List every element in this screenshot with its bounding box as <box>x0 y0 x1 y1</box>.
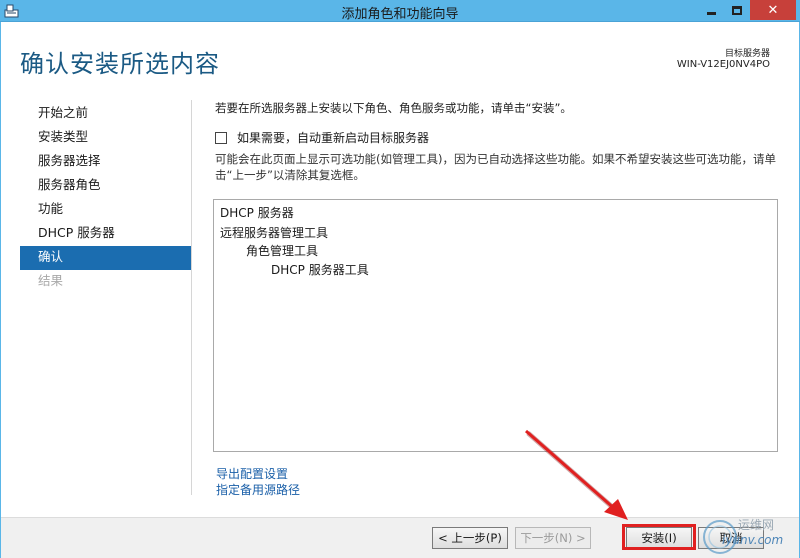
selection-list[interactable]: DHCP 服务器 远程服务器管理工具 角色管理工具 DHCP 服务器工具 <box>213 199 778 452</box>
target-server-name: WIN-V12EJ0NV4PO <box>676 59 770 70</box>
window-title: 添加角色和功能向导 <box>341 7 459 22</box>
target-server-label: 目标服务器 <box>724 49 770 59</box>
minimize-icon <box>706 11 716 15</box>
watermark-text: 运维网 <box>738 518 775 532</box>
nav-item-server-selection[interactable]: 服务器选择 <box>20 150 191 174</box>
list-item: 远程服务器管理工具 <box>220 226 329 240</box>
restart-checkbox[interactable] <box>215 131 227 144</box>
intro-text: 若要在所选服务器上安装以下角色、角色服务或功能，请单击“安装”。 <box>215 101 572 115</box>
nav-item-confirmation[interactable]: 确认 <box>20 246 191 270</box>
nav-divider <box>191 100 192 495</box>
minimize-button[interactable] <box>698 0 724 20</box>
watermark-url: iyunv.com <box>722 533 784 547</box>
list-item: DHCP 服务器 <box>220 206 294 220</box>
page-title: 确认安装所选内容 <box>20 50 220 78</box>
nav-item-dhcp-server[interactable]: DHCP 服务器 <box>20 222 191 246</box>
maximize-button[interactable] <box>724 0 750 20</box>
optional-features-note: 可能会在此页面上显示可选功能(如管理工具)，因为已自动选择这些功能。如果不希望安… <box>215 152 776 182</box>
restart-option[interactable]: 如果需要，自动重新启动目标服务器 <box>215 129 429 146</box>
maximize-icon <box>732 5 742 15</box>
nav-item-before-you-begin[interactable]: 开始之前 <box>20 102 191 126</box>
close-icon: ✕ <box>767 2 779 18</box>
nav-item-features[interactable]: 功能 <box>20 198 191 222</box>
previous-button[interactable]: < 上一步(P) <box>432 527 508 549</box>
next-button: 下一步(N) > <box>515 527 591 549</box>
title-bar: 添加角色和功能向导 <box>0 0 800 22</box>
wizard-steps-nav: 开始之前 安装类型 服务器选择 服务器角色 功能 DHCP 服务器 确认 结果 <box>20 102 191 294</box>
nav-item-results: 结果 <box>38 273 64 288</box>
alternate-source-link[interactable]: 指定备用源路径 <box>216 481 300 498</box>
window-border-left <box>0 22 1 558</box>
list-item: 角色管理工具 <box>246 244 319 258</box>
nav-item-installation-type[interactable]: 安装类型 <box>20 126 191 150</box>
install-highlight-box <box>622 524 696 550</box>
list-item: DHCP 服务器工具 <box>271 263 369 277</box>
export-config-link[interactable]: 导出配置设置 <box>216 465 288 482</box>
close-button[interactable]: ✕ <box>750 0 796 20</box>
restart-checkbox-label[interactable]: 如果需要，自动重新启动目标服务器 <box>237 129 429 146</box>
nav-item-server-roles[interactable]: 服务器角色 <box>20 174 191 198</box>
